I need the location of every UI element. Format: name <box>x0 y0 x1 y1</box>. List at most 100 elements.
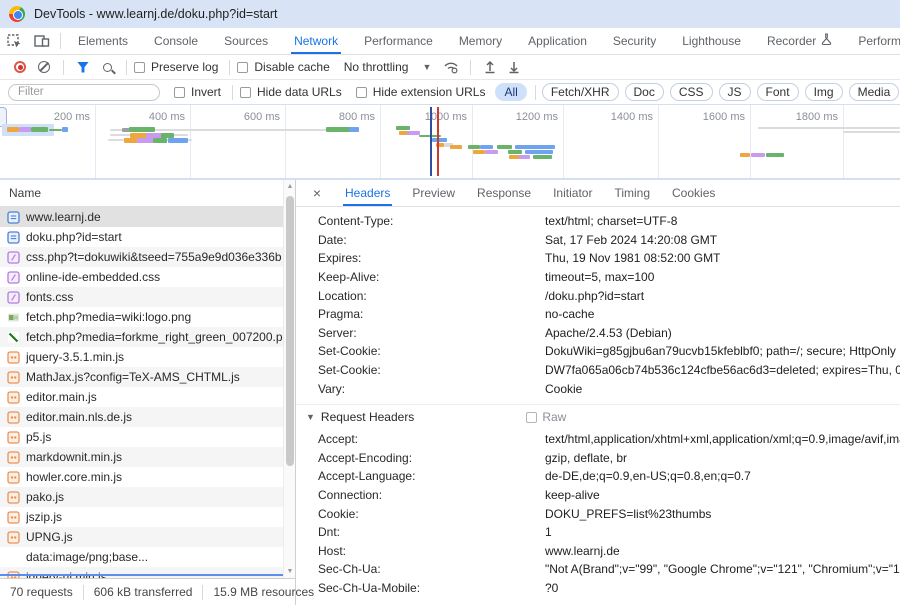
tab-elements[interactable]: Elements <box>65 28 141 54</box>
request-row[interactable]: p5.js <box>0 427 295 447</box>
filter-pill-doc[interactable]: Doc <box>625 83 664 101</box>
hide-extension-urls-checkbox[interactable] <box>356 87 367 98</box>
header-value: timeout=5, max=100 <box>545 270 654 284</box>
request-row[interactable]: css.php?t=dokuwiki&tseed=755a9e9d036e336… <box>0 247 295 267</box>
stylesheet-icon <box>7 271 20 284</box>
toggle-device-toolbar-icon[interactable] <box>28 28 56 54</box>
tab-recorder[interactable]: Recorder <box>754 28 845 54</box>
search-icon[interactable] <box>95 56 119 78</box>
waterfall-bar <box>129 127 155 132</box>
request-row[interactable]: MathJax.js?config=TeX-AMS_CHTML.js <box>0 367 295 387</box>
request-name: p5.js <box>26 430 51 444</box>
header-value: Cookie <box>545 382 582 396</box>
header-value: keep-alive <box>545 488 600 502</box>
tab-application[interactable]: Application <box>515 28 600 54</box>
request-row[interactable]: online-ide-embedded.css <box>0 267 295 287</box>
header-row: Sec-Ch-Ua:"Not A(Brand";v="99", "Google … <box>296 560 900 579</box>
record-network-log-icon[interactable] <box>8 56 32 78</box>
invert-checkbox[interactable] <box>174 87 185 98</box>
tab-console[interactable]: Console <box>141 28 211 54</box>
inspect-element-icon[interactable] <box>0 28 28 54</box>
scroll-down-icon[interactable]: ▼ <box>284 565 295 578</box>
tab-performance-insights[interactable]: Performance insights <box>845 28 900 54</box>
timeline-tick-label: 1200 ms <box>516 111 558 123</box>
tab-security[interactable]: Security <box>600 28 669 54</box>
details-tab-timing[interactable]: Timing <box>603 180 661 206</box>
name-column-header[interactable]: Name <box>0 180 295 207</box>
filter-pill-font[interactable]: Font <box>757 83 799 101</box>
request-row[interactable]: howler.core.min.js <box>0 467 295 487</box>
request-row[interactable]: markdownit.min.js <box>0 447 295 467</box>
header-name: Accept-Language: <box>318 469 545 483</box>
details-tab-preview[interactable]: Preview <box>401 180 466 206</box>
filter-pill-img[interactable]: Img <box>805 83 843 101</box>
waterfall-bar <box>497 145 512 149</box>
request-row[interactable]: jszip.js <box>0 507 295 527</box>
request-row[interactable]: editor.main.nls.de.js <box>0 407 295 427</box>
clear-network-log-icon[interactable] <box>32 56 56 78</box>
timeline-gridline <box>750 105 751 178</box>
request-row[interactable]: editor.main.js <box>0 387 295 407</box>
request-row[interactable]: jquery-3.5.1.min.js <box>0 347 295 367</box>
scroll-up-icon[interactable]: ▲ <box>284 180 295 193</box>
request-row[interactable]: doku.php?id=start <box>0 227 295 247</box>
tab-lighthouse[interactable]: Lighthouse <box>669 28 754 54</box>
header-row: Connection:keep-alive <box>296 486 900 505</box>
header-value: DW7fa065a06cb74b536c124cfbe56ac6d3=delet… <box>545 363 900 377</box>
filter-pill-media[interactable]: Media <box>849 83 900 101</box>
preserve-log-checkbox[interactable] <box>134 62 145 73</box>
hide-data-urls-checkbox[interactable] <box>240 87 251 98</box>
details-tab-headers[interactable]: Headers <box>334 180 401 206</box>
script-icon <box>7 531 20 544</box>
tab-sources[interactable]: Sources <box>211 28 281 54</box>
preserve-log-label: Preserve log <box>151 60 218 74</box>
timeline-gridline <box>285 105 286 178</box>
request-row[interactable]: jquery-ui.min.js <box>0 567 295 578</box>
tab-network[interactable]: Network <box>281 28 351 54</box>
tab-performance[interactable]: Performance <box>351 28 446 54</box>
throttling-dropdown[interactable]: No throttling ▼ <box>344 60 432 74</box>
request-row[interactable]: UPNG.js <box>0 527 295 547</box>
request-row[interactable]: fetch.php?media=forkme_right_green_00720… <box>0 327 295 347</box>
filter-pill-css[interactable]: CSS <box>670 83 713 101</box>
filter-input[interactable] <box>8 84 160 101</box>
timeline-gridline <box>380 105 381 178</box>
stylesheet-icon <box>7 251 20 264</box>
timeline-tick-label: 400 ms <box>149 111 185 123</box>
request-name: editor.main.nls.de.js <box>26 410 132 424</box>
details-tab-response[interactable]: Response <box>466 180 542 206</box>
request-row[interactable]: fetch.php?media=wiki:logo.png <box>0 307 295 327</box>
header-value: ?0 <box>545 581 558 595</box>
request-headers-section[interactable]: ▼ Request Headers Raw <box>296 404 900 430</box>
request-row[interactable]: www.learnj.de <box>0 207 295 227</box>
script-icon <box>7 451 20 464</box>
network-overview-timeline[interactable]: 200 ms400 ms600 ms800 ms1000 ms1200 ms14… <box>0 105 900 180</box>
filter-pill-js[interactable]: JS <box>719 83 751 101</box>
request-name: UPNG.js <box>26 530 73 544</box>
request-list-scrollbar[interactable]: ▲ ▼ <box>283 180 295 578</box>
request-row[interactable]: data:image/png;base... <box>0 547 295 567</box>
export-har-icon[interactable] <box>502 56 526 78</box>
header-row: Content-Type:text/html; charset=UTF-8 <box>296 212 900 231</box>
waterfall-bar <box>349 127 359 132</box>
waterfall-bar <box>31 127 48 132</box>
disable-cache-checkbox[interactable] <box>237 62 248 73</box>
event-marker-line <box>430 107 432 176</box>
import-har-icon[interactable] <box>478 56 502 78</box>
request-row[interactable]: fonts.css <box>0 287 295 307</box>
timeline-tick-label: 800 ms <box>339 111 375 123</box>
network-conditions-icon[interactable] <box>439 56 463 78</box>
tab-memory[interactable]: Memory <box>446 28 515 54</box>
list-bottom-indicator <box>0 574 295 576</box>
filter-pill-all[interactable]: All <box>495 83 526 101</box>
details-tab-cookies[interactable]: Cookies <box>661 180 726 206</box>
request-row[interactable]: pako.js <box>0 487 295 507</box>
event-marker-line <box>437 107 439 176</box>
triangle-down-icon: ▼ <box>306 412 315 422</box>
filter-icon[interactable] <box>71 56 95 78</box>
filter-pill-fetch-xhr[interactable]: Fetch/XHR <box>542 83 619 101</box>
details-tab-initiator[interactable]: Initiator <box>542 180 603 206</box>
raw-headers-checkbox[interactable] <box>526 412 537 423</box>
scrollbar-thumb[interactable] <box>286 196 294 466</box>
close-icon[interactable]: × <box>306 185 328 201</box>
